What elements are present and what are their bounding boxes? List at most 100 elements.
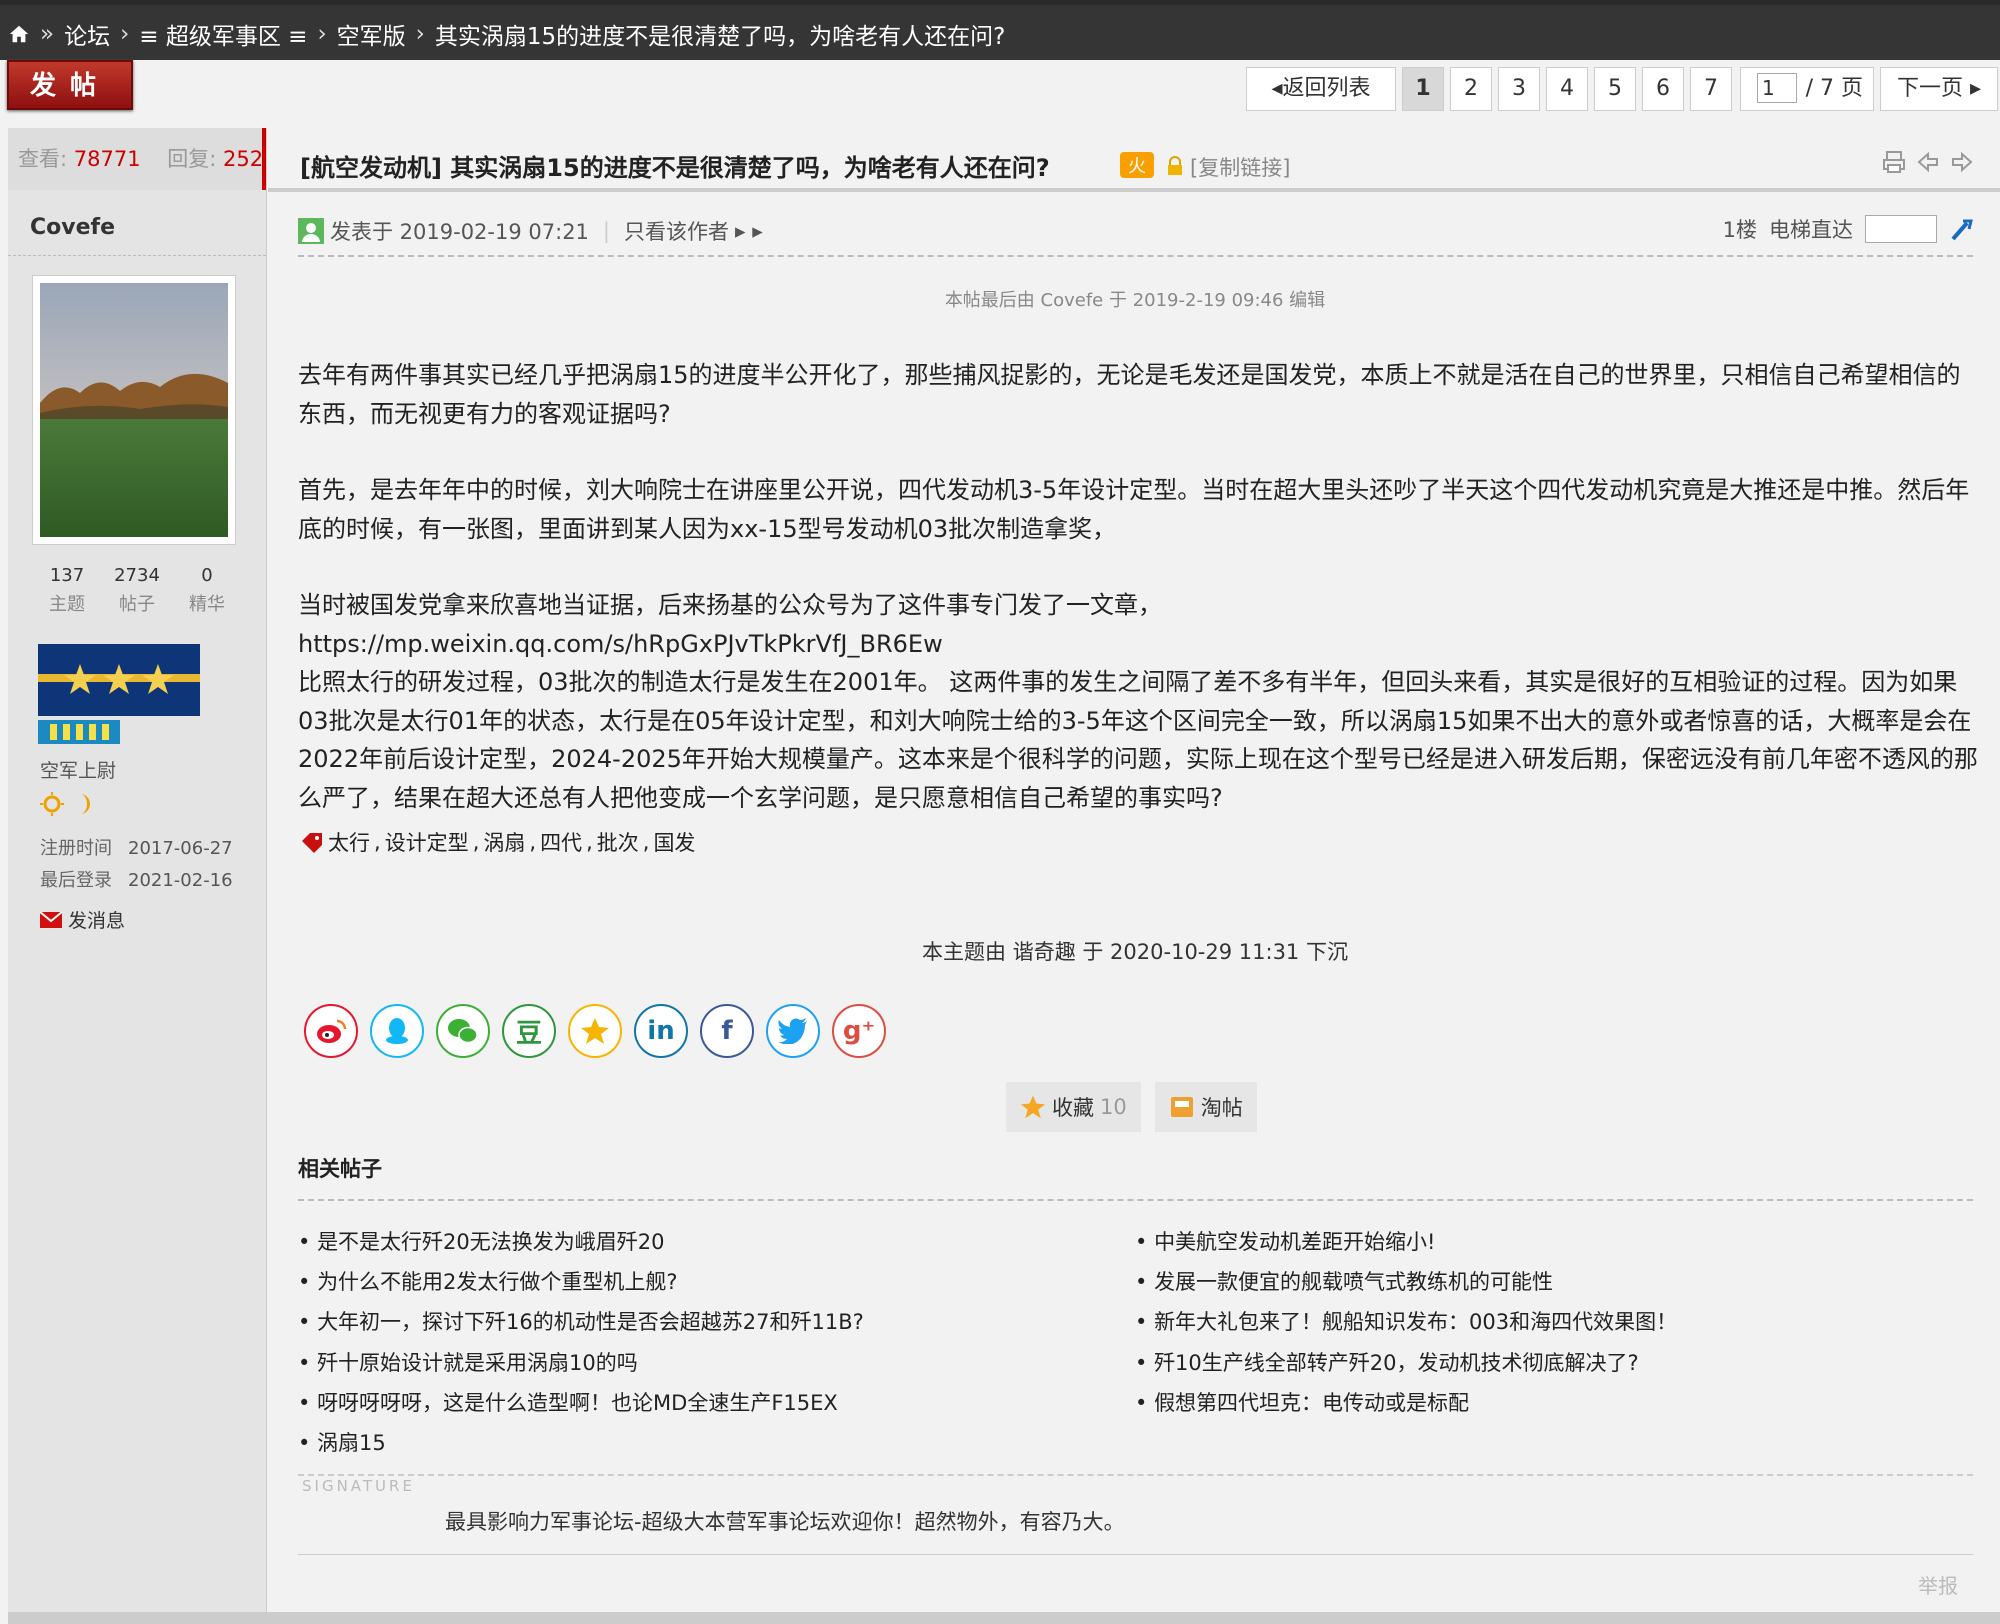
- page-1-link[interactable]: 1: [1402, 67, 1444, 111]
- related-list-right: 中美航空发动机差距开始缩小! 发展一款便宜的舰载喷气式教练机的可能性 新年大礼包…: [1135, 1222, 1677, 1423]
- next-thread-icon[interactable]: [1950, 150, 1974, 174]
- send-message-link[interactable]: 发消息: [40, 906, 125, 933]
- breadcrumb-forum-link[interactable]: 论坛: [64, 17, 110, 51]
- elevator-label: 电梯直达: [1769, 218, 1853, 242]
- douban-icon[interactable]: 豆: [502, 1004, 556, 1058]
- user-stats: 137 主题 2734 帖子 0 精华: [32, 565, 242, 616]
- home-icon[interactable]: [8, 23, 30, 45]
- caret-left-icon: ◂: [1271, 76, 1283, 101]
- twitter-icon[interactable]: [766, 1004, 820, 1058]
- signature-text: 最具影响力军事论坛-超级大本营军事论坛欢迎你！超然物外，有容乃大。: [445, 1510, 1125, 1534]
- moon-icon: [80, 794, 90, 814]
- page-4-link[interactable]: 4: [1546, 67, 1588, 111]
- next-page-label: 下一页: [1896, 76, 1963, 101]
- stats-accent: [262, 128, 266, 190]
- breadcrumb-separator: »: [40, 21, 55, 47]
- page-total: / 7 页: [1805, 76, 1863, 101]
- favorite-label: 收藏: [1052, 1096, 1094, 1120]
- page-7-link[interactable]: 7: [1690, 67, 1732, 111]
- caret-right-icon: ▸: [1969, 76, 1982, 101]
- stat-value: 0: [201, 565, 213, 586]
- tag-list: 太行, 设计定型, 涡扇, 四代, 批次, 国发: [300, 827, 695, 857]
- divider: [8, 255, 266, 256]
- tag-link[interactable]: 国发: [653, 827, 695, 857]
- report-link[interactable]: 举报: [1918, 1570, 1958, 1599]
- related-link[interactable]: 为什么不能用2发太行做个重型机上舰?: [298, 1262, 864, 1302]
- qq-icon[interactable]: [370, 1004, 424, 1058]
- envelope-icon: [40, 911, 62, 928]
- posted-at: 发表于 2019-02-19 07:21: [330, 220, 589, 244]
- related-link[interactable]: 大年初一，探讨下歼16的机动性是否会超越苏27和歼11B?: [298, 1302, 864, 1342]
- page-3-link[interactable]: 3: [1498, 67, 1540, 111]
- breadcrumb: » 论坛 › ≡ 超级军事区 ≡ › 空军版 › 其实涡扇15的进度不是很清楚了…: [8, 17, 1005, 51]
- qzone-icon[interactable]: [568, 1004, 622, 1058]
- tag-link[interactable]: 设计定型: [385, 827, 469, 857]
- only-author-link[interactable]: 只看该作者: [624, 216, 729, 246]
- edit-note: 本帖最后由 Covefe 于 2019-2-19 09:46 编辑: [944, 290, 1326, 311]
- googleplus-icon[interactable]: g⁺: [832, 1004, 886, 1058]
- rank-insignia: [38, 644, 200, 716]
- rank-level-bar: [38, 720, 120, 744]
- star-icon: [1020, 1095, 1046, 1119]
- tag-link[interactable]: 涡扇: [483, 827, 525, 857]
- related-link[interactable]: 歼十原始设计就是采用涡扇10的吗: [298, 1343, 864, 1383]
- go-icon[interactable]: [1949, 217, 1973, 241]
- related-link[interactable]: 是不是太行歼20无法换发为峨眉歼20: [298, 1222, 864, 1262]
- stat-posts[interactable]: 2734 帖子: [102, 565, 172, 616]
- breadcrumb-separator: ›: [120, 21, 130, 47]
- stat-label: 主题: [49, 594, 85, 615]
- related-link[interactable]: 假想第四代坦克：电传动或是标配: [1135, 1383, 1677, 1423]
- related-link[interactable]: 呀呀呀呀呀，这是什么造型啊！也论MD全速生产F15EX: [298, 1383, 864, 1423]
- lock-icon: [1168, 156, 1182, 175]
- svg-text:火: 火: [1128, 156, 1146, 177]
- prev-thread-icon[interactable]: [1916, 150, 1940, 174]
- linkedin-icon[interactable]: in: [634, 1004, 688, 1058]
- page-jump-input[interactable]: 1: [1757, 73, 1797, 103]
- tao-button[interactable]: 淘帖: [1154, 1082, 1257, 1132]
- favorite-button[interactable]: 收藏 10: [1006, 1082, 1141, 1132]
- tag-link[interactable]: 太行: [328, 827, 370, 857]
- related-link[interactable]: 歼10生产线全部转产歼20，发动机技术彻底解决了?: [1135, 1343, 1677, 1383]
- related-link[interactable]: 涡扇15: [298, 1423, 864, 1463]
- login-label: 最后登录: [40, 870, 112, 891]
- page-6-link[interactable]: 6: [1642, 67, 1684, 111]
- share-bar: 豆 in f g⁺: [304, 1004, 886, 1058]
- favorite-count: 10: [1100, 1095, 1127, 1119]
- signature-label: SIGNATURE: [302, 1477, 415, 1495]
- print-icon[interactable]: [1882, 150, 1906, 174]
- breadcrumb-board-link[interactable]: 空军版: [337, 17, 406, 51]
- back-to-list-button[interactable]: ◂返回列表: [1246, 67, 1396, 111]
- page-5-link[interactable]: 5: [1594, 67, 1636, 111]
- related-link[interactable]: 发展一款便宜的舰载喷气式教练机的可能性: [1135, 1262, 1677, 1302]
- breadcrumb-section-link[interactable]: ≡ 超级军事区 ≡: [139, 17, 307, 51]
- wechat-icon[interactable]: [436, 1004, 490, 1058]
- stat-label: 精华: [189, 594, 225, 615]
- page-2-link[interactable]: 2: [1450, 67, 1492, 111]
- next-page-button[interactable]: 下一页 ▸: [1880, 67, 1998, 111]
- stat-threads[interactable]: 137 主题: [32, 565, 102, 616]
- caret-right-icon[interactable]: ▸ ▸: [735, 219, 763, 243]
- send-message-label: 发消息: [68, 910, 126, 932]
- post-meta: 发表于 2019-02-19 07:21 | 只看该作者 ▸ ▸ 1楼 电梯直达: [298, 212, 1973, 257]
- related-link[interactable]: 新年大礼包来了！舰船知识发布：003和海四代效果图！: [1135, 1302, 1677, 1342]
- facebook-icon[interactable]: f: [700, 1004, 754, 1058]
- stat-value: 137: [49, 565, 85, 586]
- breadcrumb-bar: » 论坛 › ≡ 超级军事区 ≡ › 空军版 › 其实涡扇15的进度不是很清楚了…: [0, 0, 2000, 60]
- replies-label: 回复:: [167, 147, 217, 171]
- tag-link[interactable]: 批次: [597, 827, 639, 857]
- elevator-input[interactable]: [1865, 215, 1937, 243]
- tag-link[interactable]: 四代: [540, 827, 582, 857]
- new-post-button[interactable]: 发帖: [7, 60, 133, 110]
- author-name[interactable]: Covefe: [30, 215, 115, 240]
- avatar-image: [40, 283, 228, 537]
- online-medals: [40, 792, 96, 816]
- divider: [298, 1554, 1973, 1555]
- reg-date: 2017-06-27: [128, 838, 233, 859]
- related-title: 相关帖子: [298, 1157, 382, 1181]
- copy-link[interactable]: [复制链接]: [1190, 152, 1290, 182]
- stat-digest[interactable]: 0 精华: [172, 565, 242, 616]
- avatar[interactable]: [32, 275, 236, 545]
- breadcrumb-thread-link[interactable]: 其实涡扇15的进度不是很清楚了吗，为啥老有人还在问?: [435, 17, 1005, 51]
- weibo-icon[interactable]: [304, 1004, 358, 1058]
- related-link[interactable]: 中美航空发动机差距开始缩小!: [1135, 1222, 1677, 1262]
